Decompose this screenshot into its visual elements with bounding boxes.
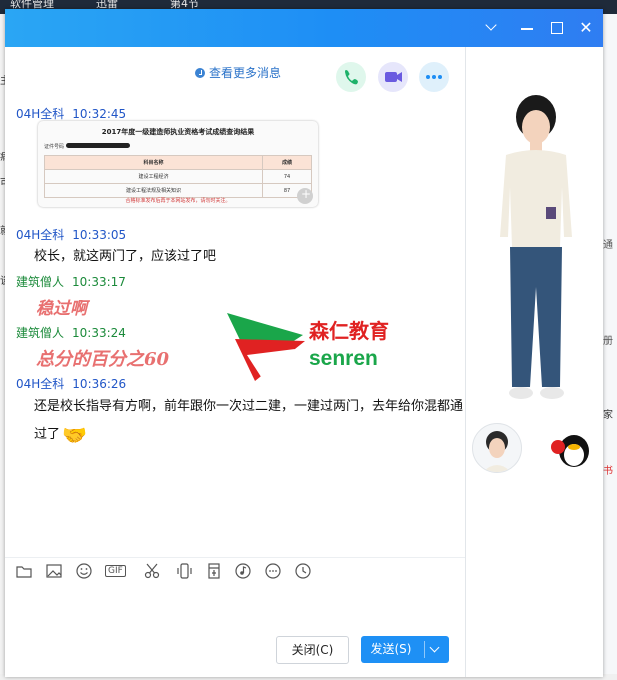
contact-show-panel [465, 47, 603, 677]
send-button[interactable]: 发送(S) [361, 636, 449, 663]
title-bar: ✕ [5, 9, 603, 47]
message-sender-header: 04H全科 10:32:45 [16, 105, 126, 122]
voice-call-button[interactable] [336, 62, 366, 92]
bg-right-text: 家 [603, 410, 613, 421]
message-text: 还是校长指导有方啊，前年跟你一次过二建，一建过两门，去年给你混都通 [34, 399, 464, 414]
logo-name-chinese: 森仁教育 [309, 319, 389, 343]
message-time: 10:32:45 [72, 107, 127, 121]
chat-history[interactable]: 查看更多消息 04H全科 10:32:45 2017年度一级建造师执业资格考试成绩… [5, 47, 465, 547]
close-icon: ✕ [579, 18, 593, 37]
maximize-button[interactable] [548, 19, 566, 37]
avatar-face-icon [483, 431, 511, 472]
close-window-button[interactable]: ✕ [577, 19, 595, 37]
chat-window: ✕ 查看更多消息 04H全科 10:32:45 2017年度一级建造师执业资格考试… [5, 9, 603, 677]
video-icon [385, 72, 402, 82]
bg-right-text: 书 [603, 466, 613, 477]
minimize-button[interactable] [518, 19, 536, 37]
message-time: 10:33:17 [72, 275, 126, 289]
my-avatar[interactable] [472, 423, 522, 473]
folder-icon [16, 566, 32, 578]
close-button[interactable]: 关闭(C) [276, 636, 349, 664]
message-sender-header: 04H全科 10:33:05 [16, 226, 126, 243]
logo-name-english: senren [309, 347, 378, 370]
image-button[interactable] [45, 562, 63, 580]
redacted-id [66, 143, 130, 148]
music-icon [235, 563, 251, 579]
send-label: 发送(S) [370, 642, 412, 656]
table-cell: 建设工程经济 [43, 169, 264, 184]
sender-name[interactable]: 04H全科 [16, 226, 64, 243]
gif-button[interactable]: GIF [105, 562, 126, 580]
music-button[interactable] [234, 562, 252, 580]
scissors-icon [144, 563, 160, 579]
sender-name[interactable]: 建筑僧人 [16, 273, 64, 290]
video-call-button[interactable] [378, 62, 408, 92]
zoom-in-icon[interactable] [297, 187, 313, 204]
image-icon [46, 564, 62, 578]
more-horizontal-icon [265, 563, 281, 579]
senren-logo-icon [227, 313, 305, 383]
screenshot-button[interactable] [143, 562, 161, 580]
send-divider [424, 641, 425, 658]
image-note: 合格标准发布后再于本网站发布，请勿时关注。 [125, 198, 231, 204]
view-more-label: 查看更多消息 [209, 66, 282, 80]
image-id-label: 证件号码 [44, 144, 65, 150]
sender-name[interactable]: 04H全科 [16, 105, 64, 122]
more-options-button[interactable] [419, 62, 449, 92]
view-more-messages-link[interactable]: 查看更多消息 [195, 64, 281, 81]
file-button[interactable] [15, 562, 33, 580]
chevron-down-icon[interactable] [483, 19, 501, 37]
message-sender-header: 04H全科 10:36:26 [16, 375, 126, 392]
more-icon [426, 75, 442, 79]
score-table: 科目名称 成绩 建设工程经济 74 建设工程法规及相关知识 87 [43, 155, 312, 198]
gif-icon: GIF [105, 565, 126, 577]
history-button[interactable] [294, 562, 312, 580]
chevron-down-icon[interactable] [429, 642, 440, 653]
clock-icon [195, 68, 205, 78]
message-input[interactable] [5, 584, 465, 629]
message-sender-header: 建筑僧人 10:33:24 [16, 324, 126, 341]
message-time: 10:36:26 [72, 377, 127, 391]
background-right-panel: 通 册 家 书 [603, 14, 617, 680]
table-header: 科目名称 [43, 155, 264, 170]
red-packet-button[interactable] [205, 562, 223, 580]
more-tools-button[interactable] [264, 562, 282, 580]
message-time: 10:33:24 [72, 326, 126, 340]
table-cell: 建设工程法规及相关知识 [43, 183, 264, 198]
message-time: 10:33:05 [72, 228, 127, 242]
handwritten-message: 总分的百分之60 [36, 349, 170, 370]
emoji-button[interactable] [75, 562, 93, 580]
message-text: 过了 [34, 427, 61, 442]
message-text: 校长，就这两门了，应该过了吧 [34, 249, 217, 264]
qq-penguin-icon[interactable] [548, 427, 594, 473]
sender-name[interactable]: 建筑僧人 [16, 324, 64, 341]
shake-icon [177, 563, 192, 579]
smiley-icon [76, 563, 92, 579]
image-title: 2017年度一级建造师执业资格考试成绩查询结果 [101, 128, 255, 136]
red-packet-icon [208, 563, 220, 579]
bg-right-text: 册 [603, 336, 613, 347]
phone-icon [345, 70, 358, 85]
shake-button[interactable] [175, 562, 193, 580]
table-cell: 74 [262, 169, 312, 184]
handshake-emoji-icon: 🤝 [62, 423, 87, 447]
bg-right-text: 通 [603, 240, 613, 251]
score-screenshot-image[interactable]: 2017年度一级建造师执业资格考试成绩查询结果 证件号码 科目名称 成绩 建设工程… [38, 121, 318, 207]
clock-icon [295, 563, 311, 579]
message-sender-header: 建筑僧人 10:33:17 [16, 273, 126, 290]
handwritten-message: 稳过啊 [36, 299, 87, 319]
sender-name[interactable]: 04H全科 [16, 375, 64, 392]
table-header: 成绩 [262, 155, 312, 170]
input-toolbar: GIF [5, 557, 465, 584]
